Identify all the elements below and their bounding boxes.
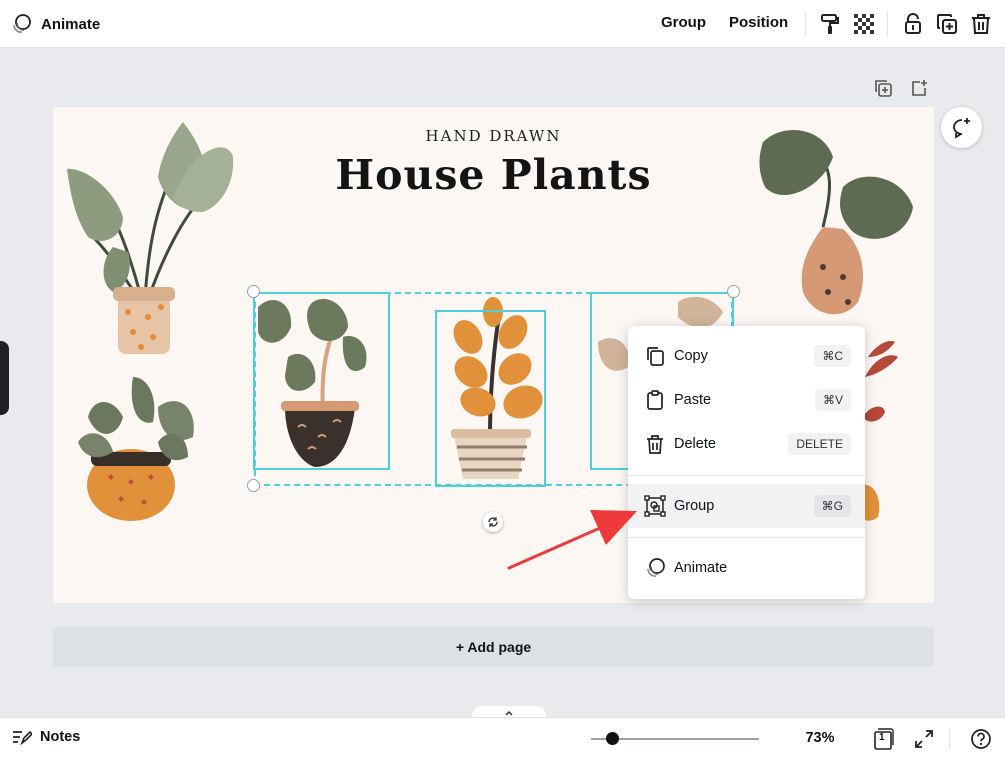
- copy-icon: [647, 347, 664, 366]
- notes-label: Notes: [40, 729, 81, 745]
- menu-item-label: Paste: [674, 392, 712, 408]
- shortcut-badge: ⌘V: [814, 389, 851, 411]
- resize-handle-bottom-left[interactable]: [247, 479, 260, 492]
- collapse-panel-tab[interactable]: [0, 341, 9, 415]
- menu-item-label: Animate: [674, 560, 728, 576]
- menu-item-animate[interactable]: Animate: [628, 546, 865, 590]
- lock-icon[interactable]: [901, 12, 925, 36]
- fullscreen-icon[interactable]: [912, 727, 936, 751]
- notes-button[interactable]: Notes: [12, 728, 80, 746]
- page-number: 1: [879, 732, 885, 743]
- context-menu: Copy ⌘C Paste ⌘V Delete DELETE Group ⌘G …: [628, 326, 865, 599]
- notes-icon: [13, 730, 32, 746]
- resize-handle-top-right[interactable]: [727, 285, 740, 298]
- zoom-slider-handle[interactable]: [606, 732, 619, 745]
- toolbar-divider: [887, 12, 888, 36]
- rotate-handle[interactable]: [483, 512, 503, 532]
- help-icon[interactable]: [969, 727, 993, 751]
- menu-item-copy[interactable]: Copy ⌘C: [628, 334, 865, 378]
- shortcut-badge: ⌘C: [814, 345, 851, 367]
- paint-roller-icon[interactable]: [818, 12, 842, 36]
- transparency-icon[interactable]: [852, 12, 876, 36]
- plant-top-right: [759, 130, 913, 315]
- shortcut-badge: ⌘G: [813, 495, 851, 517]
- selected-element-1[interactable]: [253, 292, 390, 470]
- trash-icon: [647, 435, 663, 454]
- menu-item-paste[interactable]: Paste ⌘V: [628, 378, 865, 422]
- animate-label: Animate: [41, 15, 101, 33]
- add-comment-button[interactable]: [941, 107, 982, 148]
- menu-item-group[interactable]: Group ⌘G: [628, 484, 865, 528]
- shortcut-badge: DELETE: [788, 433, 851, 455]
- top-toolbar: Animate Group Position: [0, 0, 1005, 48]
- plant-top-left: [67, 122, 234, 354]
- page-count-button[interactable]: 1: [871, 727, 895, 751]
- animate-icon: [13, 14, 31, 33]
- position-button[interactable]: Position: [729, 14, 788, 31]
- zoom-level[interactable]: 73%: [790, 730, 850, 746]
- clipboard-icon: [647, 390, 663, 410]
- menu-item-delete[interactable]: Delete DELETE: [628, 422, 865, 466]
- toolbar-divider: [805, 12, 806, 36]
- resize-handle-top-left[interactable]: [247, 285, 260, 298]
- duplicate-page-icon[interactable]: [874, 79, 892, 102]
- comment-plus-icon: [952, 117, 970, 139]
- toolbar-divider: [949, 728, 950, 750]
- add-page-button[interactable]: + Add page: [53, 627, 934, 667]
- menu-item-label: Group: [674, 498, 715, 514]
- menu-item-label: Copy: [674, 348, 708, 364]
- animate-icon: [647, 558, 665, 577]
- chevron-up-icon: [505, 710, 513, 716]
- animate-button[interactable]: Animate: [10, 12, 100, 36]
- plant-bottom-left: [78, 377, 194, 521]
- duplicate-icon[interactable]: [935, 12, 959, 36]
- menu-divider: [628, 475, 865, 476]
- menu-item-label: Delete: [674, 436, 716, 452]
- trash-icon[interactable]: [969, 12, 993, 36]
- rotate-icon: [488, 517, 498, 527]
- group-icon: [644, 495, 666, 517]
- group-button[interactable]: Group: [661, 14, 706, 31]
- selected-element-2[interactable]: [435, 310, 546, 487]
- menu-divider: [628, 537, 865, 538]
- bottom-toolbar: Notes 73% 1: [0, 717, 1005, 758]
- add-page-icon[interactable]: [910, 79, 928, 102]
